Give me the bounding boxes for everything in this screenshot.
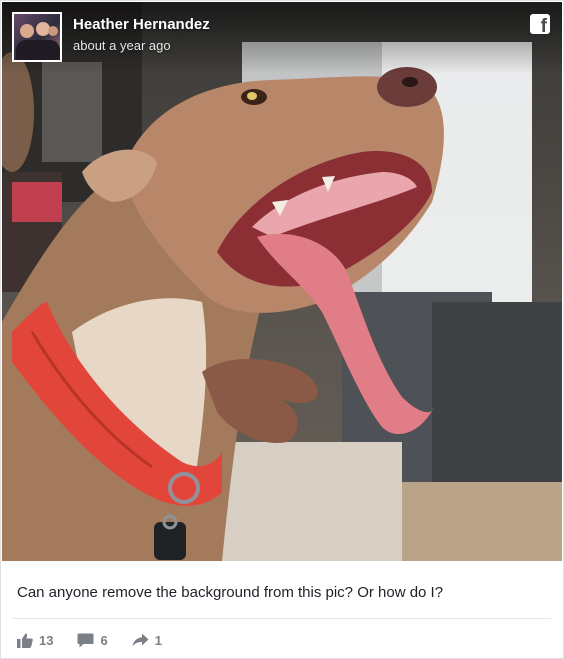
divider <box>13 618 551 619</box>
post-photo[interactable]: Heather Hernandez about a year ago f <box>2 2 562 561</box>
comment-count-button[interactable]: 6 <box>77 632 108 648</box>
post-timestamp[interactable]: about a year ago <box>73 38 171 53</box>
facebook-icon[interactable]: f <box>530 14 550 36</box>
dog-photo <box>2 2 562 561</box>
comment-icon <box>77 633 94 647</box>
thumbs-up-icon <box>17 633 33 648</box>
share-count: 1 <box>154 632 162 648</box>
comment-count: 6 <box>100 632 108 648</box>
post-card: Heather Hernandez about a year ago f Can… <box>0 0 564 659</box>
avatar[interactable] <box>12 12 62 62</box>
share-count-button[interactable]: 1 <box>132 633 162 648</box>
post-stats: 13 6 1 <box>17 630 186 650</box>
share-arrow-icon <box>132 633 149 647</box>
like-count-button[interactable]: 13 <box>17 633 53 648</box>
post-caption: Can anyone remove the background from th… <box>17 584 444 601</box>
author-name[interactable]: Heather Hernandez <box>73 16 210 33</box>
like-count: 13 <box>39 632 54 648</box>
